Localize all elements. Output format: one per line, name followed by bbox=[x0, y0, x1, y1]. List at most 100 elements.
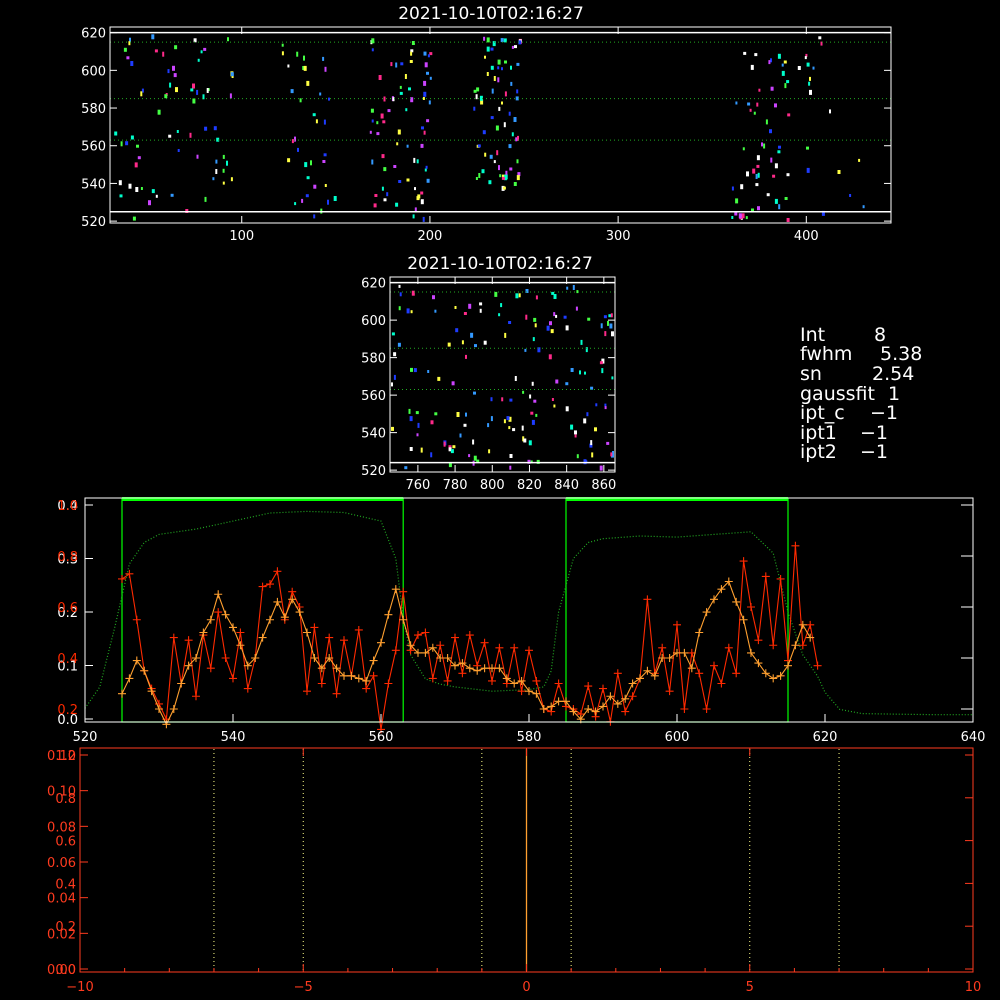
top-image-speckle-140 bbox=[369, 130, 372, 134]
top-image-speckle-130 bbox=[416, 159, 419, 164]
top-image-ytick-label-0: 520 bbox=[81, 215, 106, 230]
top-image-speckle-39 bbox=[189, 132, 192, 138]
top-image-speckle-255 bbox=[742, 147, 745, 151]
zoom-image-speckle-119 bbox=[530, 411, 534, 415]
zoom-image-speckle-135 bbox=[409, 416, 413, 422]
top-image-speckle-198 bbox=[501, 101, 503, 105]
zoom-image-ytick-label-0: 520 bbox=[361, 464, 386, 479]
top-image-speckle-103 bbox=[304, 162, 308, 168]
top-image-speckle-124 bbox=[428, 100, 431, 105]
zoom-image-speckle-76 bbox=[483, 340, 487, 345]
top-image-speckle-156 bbox=[398, 180, 402, 183]
top-image-speckle-37 bbox=[192, 83, 195, 89]
top-image-speckle-12 bbox=[119, 194, 123, 198]
zoom-image-speckle-24 bbox=[601, 368, 604, 374]
top-image-speckle-287 bbox=[774, 198, 778, 204]
svg-text:2.54: 2.54 bbox=[872, 363, 914, 385]
top-image-speckle-238 bbox=[502, 186, 506, 190]
top-image-speckle-32 bbox=[155, 194, 158, 198]
zoom-image-speckle-28 bbox=[553, 294, 557, 299]
top-image-speckle-59 bbox=[164, 94, 168, 99]
top-image-speckle-297 bbox=[765, 119, 768, 125]
top-image-speckle-173 bbox=[416, 196, 420, 201]
top-image-speckle-138 bbox=[424, 62, 428, 68]
zoom-image-speckle-47 bbox=[555, 314, 558, 318]
top-image-speckle-308 bbox=[806, 62, 810, 67]
zoom-image-speckle-91 bbox=[406, 308, 410, 314]
top-image-speckle-99 bbox=[323, 119, 326, 125]
zoom-image-speckle-109 bbox=[455, 328, 459, 333]
zoom-image-title: 2021-10-10T02:16:27 bbox=[407, 254, 593, 274]
profile-ytick-orange-label-2: 0.6 bbox=[57, 601, 78, 616]
zoom-image-speckle-88 bbox=[610, 313, 613, 318]
top-image-speckle-209 bbox=[513, 182, 517, 186]
top-image-speckle-25 bbox=[192, 98, 196, 104]
top-image-speckle-4 bbox=[114, 131, 118, 136]
top-image-speckle-305 bbox=[818, 36, 822, 40]
top-image-speckle-236 bbox=[505, 170, 508, 175]
top-image-speckle-127 bbox=[395, 202, 399, 207]
profile-ytick-orange-label-4: 1.0 bbox=[57, 499, 78, 514]
top-image-speckle-51 bbox=[206, 88, 209, 93]
top-image-speckle-147 bbox=[426, 119, 430, 123]
zoom-image-speckle-136 bbox=[523, 438, 527, 443]
zoom-image-speckle-132 bbox=[565, 325, 569, 331]
zoom-image-speckle-129 bbox=[506, 416, 510, 421]
zoom-image-speckle-87 bbox=[529, 394, 532, 399]
zoom-image-speckle-80 bbox=[393, 352, 397, 357]
top-image-speckle-36 bbox=[169, 82, 172, 88]
top-image-speckle-170 bbox=[383, 96, 386, 102]
top-image-speckle-38 bbox=[170, 193, 174, 197]
top-image-speckle-189 bbox=[490, 116, 494, 120]
top-image-speckle-141 bbox=[383, 198, 387, 202]
zoom-image-speckle-55 bbox=[565, 406, 569, 412]
top-image-speckle-191 bbox=[504, 91, 507, 97]
top-image-speckle-0 bbox=[134, 162, 138, 168]
top-image-speckle-279 bbox=[756, 155, 760, 161]
zoom-image-speckle-158 bbox=[434, 309, 437, 313]
zoom-image-speckle-65 bbox=[535, 413, 538, 417]
zoom-image-speckle-14 bbox=[553, 404, 556, 408]
top-image-speckle-158 bbox=[421, 126, 424, 130]
top-image-speckle-82 bbox=[299, 98, 302, 103]
zoom-image-speckle-116 bbox=[525, 314, 528, 320]
top-image-speckle-242 bbox=[497, 77, 500, 83]
bottom-xtick-label-3: 5 bbox=[746, 980, 754, 995]
top-image-speckle-181 bbox=[510, 65, 512, 70]
zoom-image-speckle-155 bbox=[514, 376, 517, 381]
top-image-speckle-136 bbox=[426, 178, 430, 183]
top-image-speckle-152 bbox=[400, 62, 404, 66]
bottom-ytick-orange-label-1: 0.2 bbox=[55, 920, 76, 935]
top-image-speckle-13 bbox=[120, 141, 123, 147]
zoom-image-speckle-48 bbox=[570, 368, 574, 372]
top-image-speckle-151 bbox=[376, 132, 380, 136]
top-image-speckle-249 bbox=[743, 51, 747, 55]
top-image-speckle-184 bbox=[515, 137, 518, 142]
top-image-speckle-66 bbox=[204, 126, 208, 131]
zoom-image-speckle-59 bbox=[509, 398, 513, 402]
zoom-image-speckle-98 bbox=[509, 465, 512, 470]
top-image-speckle-234 bbox=[488, 180, 492, 185]
zoom-image-speckle-52 bbox=[488, 449, 491, 454]
top-image-speckle-31 bbox=[222, 154, 225, 159]
zoom-image-ytick-label-2: 560 bbox=[361, 389, 386, 404]
top-image-speckle-275 bbox=[768, 60, 771, 65]
zoom-image-speckle-72 bbox=[465, 354, 467, 359]
zoom-image-speckle-8 bbox=[490, 416, 493, 422]
zoom-image-speckle-79 bbox=[533, 399, 537, 403]
top-image-speckle-60 bbox=[229, 93, 232, 99]
zoom-image-speckle-45 bbox=[574, 430, 577, 435]
top-image-speckle-176 bbox=[508, 144, 512, 149]
top-image-speckle-270 bbox=[754, 53, 758, 57]
zoom-image-speckle-153 bbox=[504, 332, 507, 338]
top-image-speckle-253 bbox=[761, 142, 763, 147]
top-image-speckle-304 bbox=[858, 158, 861, 162]
top-image-speckle-75 bbox=[319, 92, 322, 96]
bottom-xtick-label-1: −5 bbox=[294, 980, 313, 995]
svg-text:ipt2: ipt2 bbox=[800, 441, 837, 463]
zoom-image-speckle-96 bbox=[430, 452, 433, 458]
top-image-speckle-94 bbox=[322, 160, 326, 163]
zoom-image-speckle-61 bbox=[463, 312, 467, 315]
zoom-image-speckle-128 bbox=[473, 391, 476, 395]
top-image-speckle-299 bbox=[735, 101, 738, 105]
